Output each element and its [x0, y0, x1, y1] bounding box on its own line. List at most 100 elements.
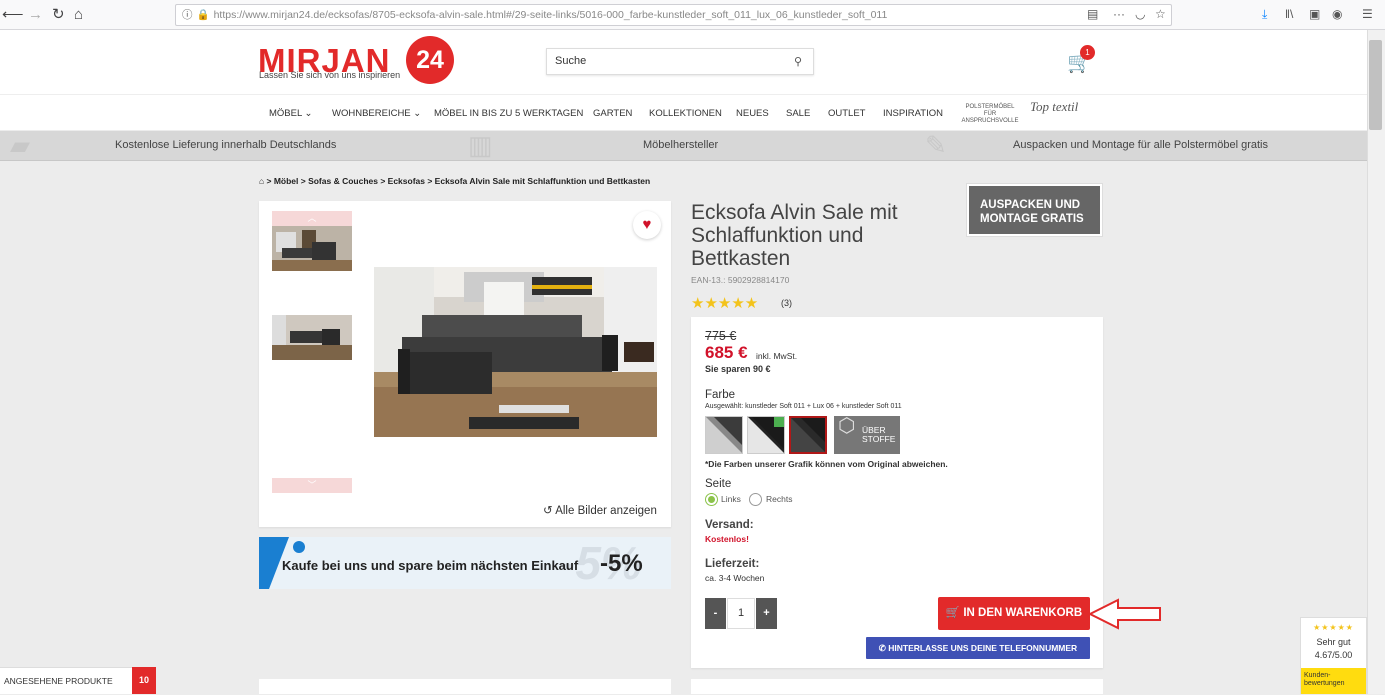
browser-toolbar: ⟵ → ↻ ⌂ ⓘ 🔒 https://www.mirjan24.de/ecksof…	[0, 0, 1385, 30]
lower-panel-right	[691, 679, 1103, 694]
trust-footer[interactable]: Kunden-bewertungen	[1301, 668, 1366, 694]
library-icon[interactable]: ‖\	[1285, 7, 1293, 21]
nav-item-neues[interactable]: NEUES	[736, 108, 769, 119]
logo-badge[interactable]: 24	[406, 36, 454, 84]
callback-label: HINTERLASSE UNS DEINE TELEFONNUMMER	[888, 643, 1078, 653]
url-path: /ecksofas/8705-ecksofa-alvin-sale.html#/…	[325, 9, 888, 21]
bookmark-star-icon[interactable]: ☆	[1155, 7, 1166, 21]
nav-item-schnell[interactable]: MÖBEL IN BIS ZU 5 WERKTAGEN	[434, 108, 583, 119]
nav-item-moebel[interactable]: MÖBEL ⌄	[269, 108, 313, 119]
callback-button[interactable]: ✆ HINTERLASSE UNS DEINE TELEFONNUMMER	[866, 637, 1090, 659]
add-to-cart-label: IN DEN WARENKORB	[963, 607, 1083, 619]
shipping-label: Versand:	[705, 519, 754, 531]
side-label: Seite	[705, 478, 732, 490]
account-icon[interactable]: ◉	[1332, 7, 1342, 21]
promo-text: Kaufe bei uns und spare beim nächsten Ei…	[282, 558, 579, 573]
lower-panel-left	[259, 679, 671, 694]
side-label-rechts[interactable]: Rechts	[766, 494, 792, 504]
rating-count[interactable]: (3)	[781, 298, 792, 308]
rating-stars-icon[interactable]: ★★★★★	[691, 294, 758, 312]
usp-delivery: Kostenlose Lieferung innerhalb Deutschla…	[115, 139, 337, 151]
partner-tagline: POLSTERMÖBEL FÜR ANSPRUCHSVOLLE	[961, 104, 1019, 124]
info-icon[interactable]: ⓘ	[182, 9, 193, 21]
trust-label: Sehr gut	[1316, 637, 1351, 647]
thumb-down-button[interactable]: ﹀	[272, 478, 352, 493]
side-label-links[interactable]: Links	[721, 494, 741, 504]
shipping-value: Kostenlos!	[705, 534, 749, 544]
leather-icon: ⬡	[838, 415, 856, 437]
scrollbar-thumb[interactable]	[1369, 40, 1382, 130]
trust-score: 4.67/5.00	[1314, 650, 1353, 660]
rotate-icon: ↺	[543, 505, 556, 517]
pocket-icon[interactable]: ◡	[1135, 7, 1145, 21]
color-selected: Ausgewählt: kunstleder Soft 011 + Lux 06…	[705, 403, 902, 410]
quantity-input[interactable]: 1	[727, 598, 755, 629]
url-domain: https://www.mirjan24.de	[213, 9, 326, 21]
tax-note: inkl. MwSt.	[756, 351, 798, 361]
all-images-link[interactable]: ↺ Alle Bilder anzeigen	[543, 503, 657, 517]
building-icon: ▥	[468, 130, 493, 160]
quantity-increase-button[interactable]: +	[756, 598, 777, 629]
phone-icon: ✆	[878, 643, 889, 653]
usp-assembly: Auspacken und Montage für alle Polstermö…	[1013, 139, 1268, 151]
wrench-icon: ✎	[925, 130, 947, 160]
viewed-products-count[interactable]: 10	[132, 667, 156, 694]
nav-item-inspiration[interactable]: INSPIRATION	[883, 108, 943, 119]
add-to-cart-button[interactable]: 🛒 IN DEN WARENKORB	[938, 597, 1090, 630]
cart-count-badge: 1	[1080, 45, 1095, 60]
trust-footer-label: Kunden-bewertungen	[1304, 672, 1345, 687]
search-input[interactable]: Suche	[546, 48, 814, 75]
delivery-value: ca. 3-4 Wochen	[705, 573, 765, 583]
menu-icon[interactable]: ☰	[1362, 7, 1373, 21]
thumb-up-button[interactable]: ︿	[272, 211, 352, 226]
nav-item-garten[interactable]: GARTEN	[593, 108, 632, 119]
color-label: Farbe	[705, 389, 736, 401]
promo-percent: -5%	[600, 550, 643, 577]
side-radio-links[interactable]	[705, 493, 718, 506]
thumbnail-2[interactable]	[272, 315, 352, 360]
red-arrow-annotation	[1088, 598, 1161, 630]
truck-icon: ▰	[10, 130, 30, 160]
current-price: 685 €	[705, 343, 748, 362]
partner-logo[interactable]: Top textil	[1030, 100, 1078, 113]
trust-stars-icon: ★★★★★	[1313, 623, 1354, 632]
color-swatch-2[interactable]	[747, 416, 785, 454]
logo-tagline: Lassen Sie sich von uns inspirieren	[259, 70, 401, 80]
color-swatch-1[interactable]	[705, 416, 743, 454]
color-disclaimer: *Die Farben unserer Grafik können vom Or…	[705, 459, 948, 469]
forward-icon[interactable]: →	[28, 6, 43, 24]
product-ean: EAN-13.: 5902928814170	[691, 275, 790, 285]
wishlist-heart-icon[interactable]: ♥	[633, 211, 661, 239]
sidebar-icon[interactable]: ▣	[1309, 7, 1320, 21]
home-icon[interactable]: ⌂	[74, 6, 83, 24]
nav-item-kollektionen[interactable]: KOLLEKTIONEN	[649, 108, 722, 119]
search-icon[interactable]: ⚲	[794, 55, 802, 68]
fabric-info-label: ÜBER STOFFE	[862, 425, 896, 444]
product-title: Ecksofa Alvin Sale mit Schlaffunktion un…	[691, 201, 898, 270]
fabric-info-button[interactable]: ⬡ ÜBER STOFFE	[834, 416, 900, 454]
lock-icon: 🔒	[196, 9, 210, 21]
nav-item-outlet[interactable]: OUTLET	[828, 108, 865, 119]
usp-manufacturer: Möbelhersteller	[643, 139, 719, 151]
montage-badge: AUSPACKEN UND MONTAGE GRATIS	[967, 184, 1102, 236]
viewed-products-tab[interactable]: ANGESEHENE PRODUKTE	[0, 667, 132, 694]
breadcrumb-path[interactable]: > Möbel > Sofas & Couches > Ecksofas > E…	[267, 176, 651, 186]
quantity-decrease-button[interactable]: -	[705, 598, 726, 629]
back-icon[interactable]: ⟵	[2, 6, 24, 24]
savings: Sie sparen 90 €	[705, 364, 771, 374]
more-icon[interactable]: ···	[1113, 7, 1125, 21]
delivery-label: Lieferzeit:	[705, 558, 760, 570]
reload-icon[interactable]: ↻	[52, 6, 65, 24]
side-radio-rechts[interactable]	[749, 493, 762, 506]
color-swatch-3-selected[interactable]	[789, 416, 827, 454]
nav-item-wohnbereiche[interactable]: WOHNBEREICHE ⌄	[332, 108, 421, 119]
thumbnail-1[interactable]	[272, 226, 352, 271]
main-product-image[interactable]	[374, 267, 657, 437]
reader-icon[interactable]: ▤	[1087, 7, 1098, 21]
breadcrumb[interactable]: ⌂ > Möbel > Sofas & Couches > Ecksofas >…	[259, 176, 650, 186]
address-bar[interactable]: ⓘ 🔒 https://www.mirjan24.de/ecksofas/8705-…	[175, 4, 1172, 26]
nav-item-sale[interactable]: SALE	[786, 108, 810, 119]
download-icon[interactable]: ⤓	[1262, 7, 1267, 22]
home-icon[interactable]: ⌂	[259, 176, 267, 186]
old-price: 775 €	[705, 329, 737, 343]
